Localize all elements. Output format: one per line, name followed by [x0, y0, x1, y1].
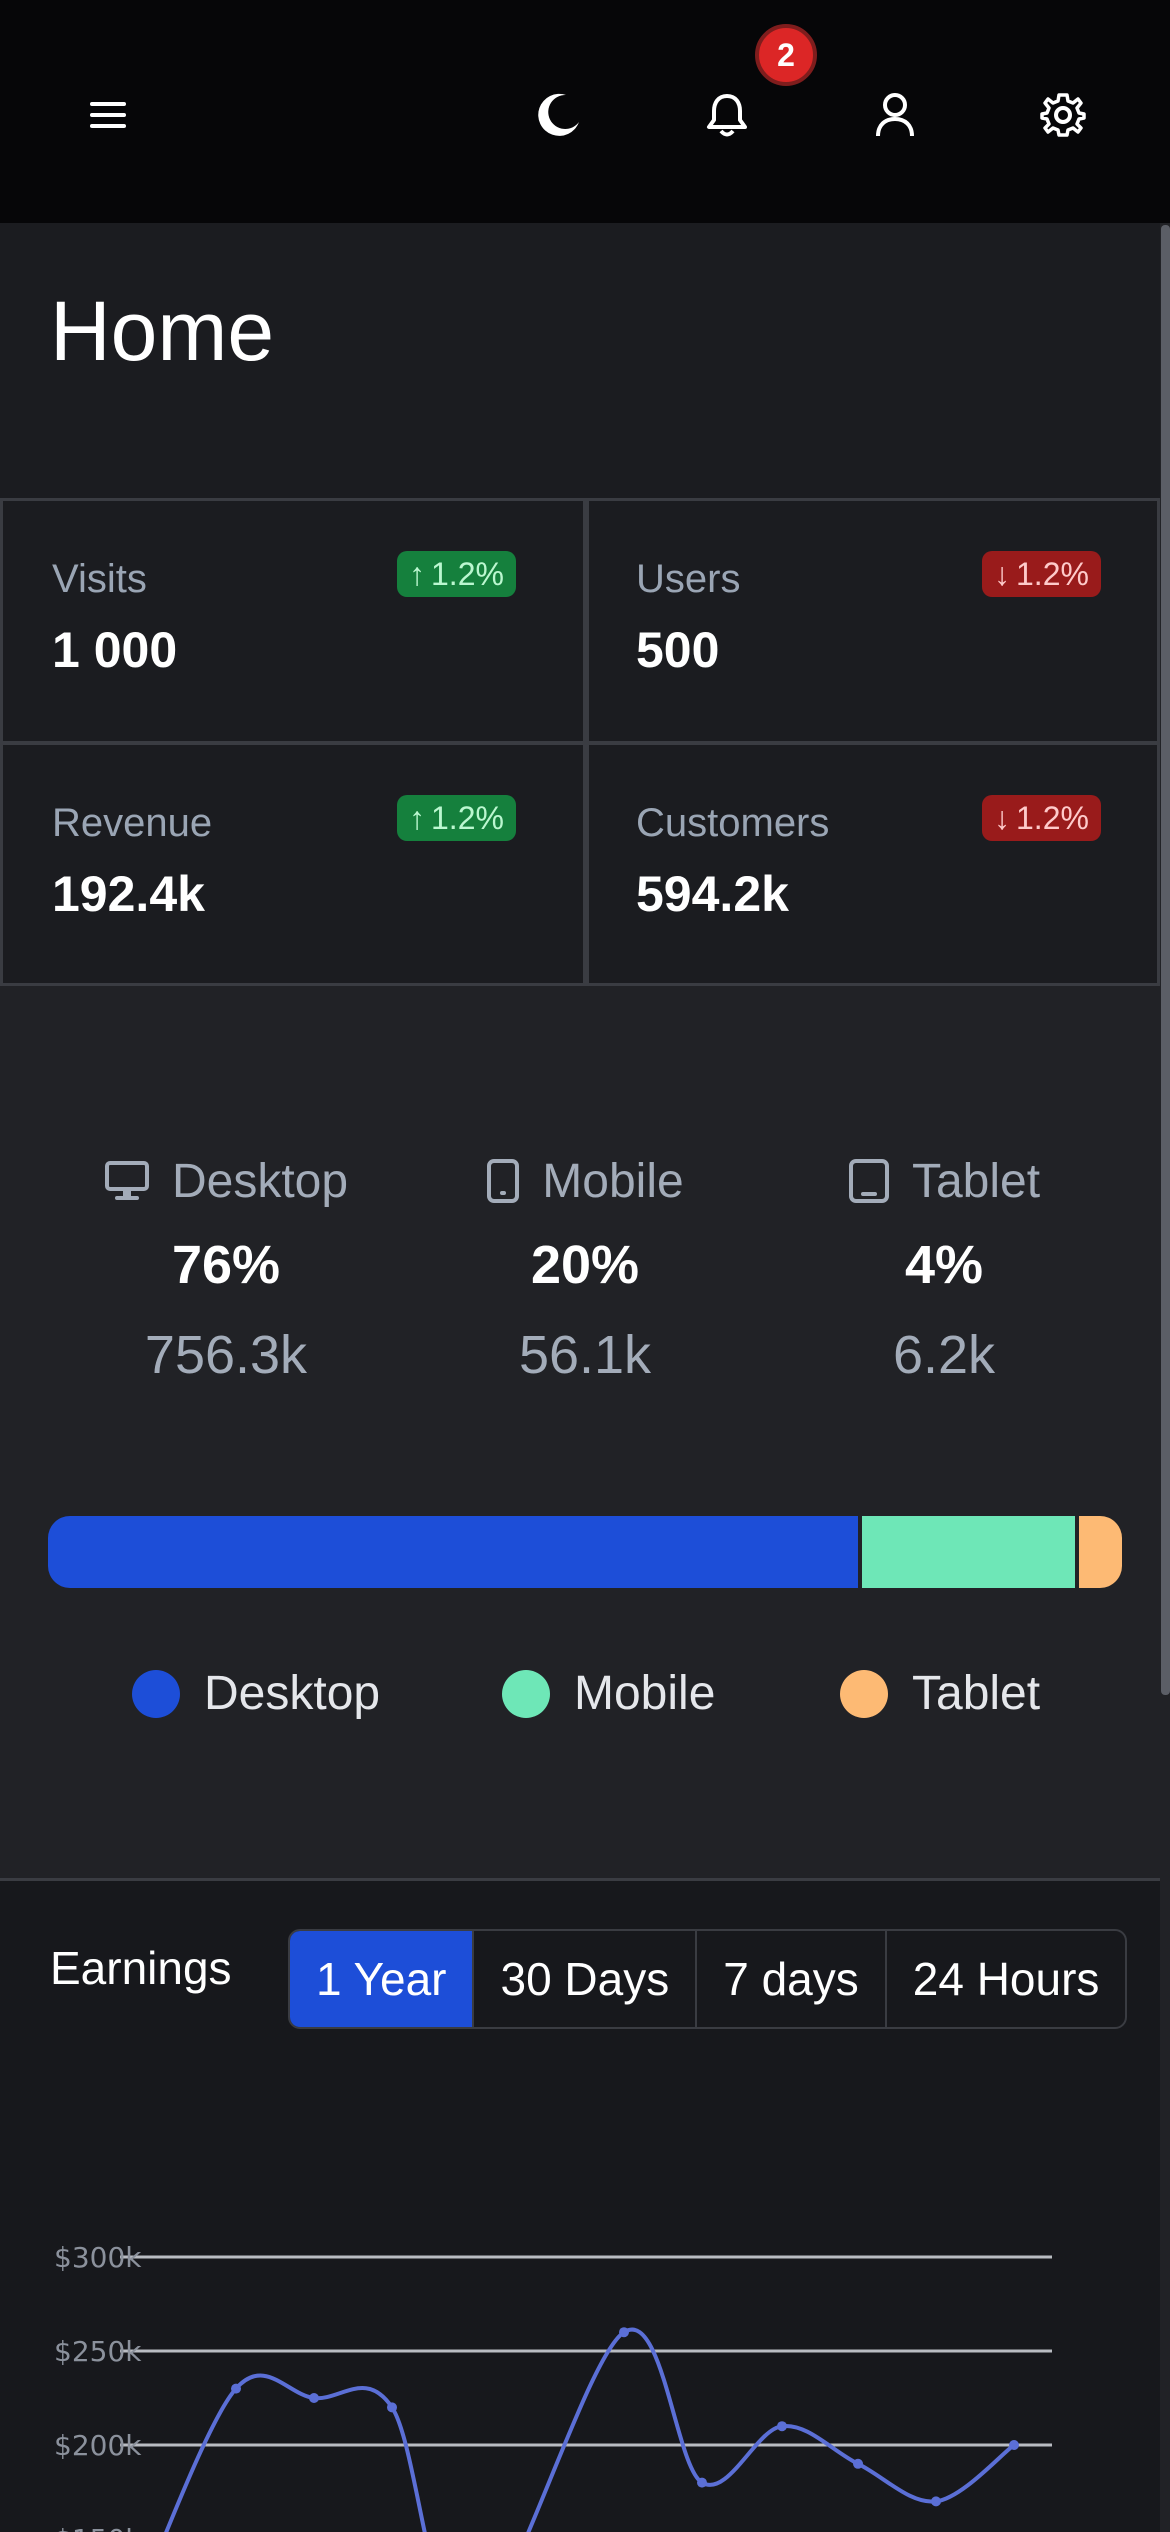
change-value: 1.2%: [1016, 555, 1089, 592]
legend-label: Desktop: [204, 1667, 381, 1720]
y-tick-label: $300k: [54, 2241, 142, 2274]
stat-card-visits: Visits 1 000 ↑ 1.2%: [3, 501, 583, 741]
device-count: 6.2k: [892, 1325, 996, 1385]
data-point[interactable]: [231, 2383, 241, 2394]
stat-value: 500: [636, 622, 720, 678]
legend-mobile: Mobile: [502, 1666, 715, 1721]
device-desktop: Desktop 76% 756.3k: [66, 1146, 386, 1386]
stat-value: 594.2k: [636, 866, 789, 922]
stat-value: 1 000: [52, 622, 178, 678]
data-point[interactable]: [931, 2496, 941, 2507]
desktop-icon: [104, 1161, 149, 1200]
legend-dot: [502, 1669, 550, 1718]
bar-segment-tablet: [1079, 1516, 1122, 1588]
stat-card-customers: Customers 594.2k ↓ 1.2%: [589, 745, 1157, 983]
data-point[interactable]: [777, 2421, 787, 2432]
user-icon[interactable]: [859, 79, 931, 151]
stat-card-revenue: Revenue 192.4k ↑ 1.2%: [3, 745, 583, 983]
device-label: Desktop: [171, 1154, 349, 1208]
y-tick-label: $150k: [54, 2523, 142, 2532]
data-point[interactable]: [387, 2402, 397, 2413]
device-label: Tablet: [911, 1154, 1041, 1208]
tablet-icon: [848, 1159, 889, 1203]
device-tablet: Tablet 4% 6.2k: [784, 1146, 1104, 1386]
arrow-up-icon: ↑: [409, 799, 425, 836]
device-percent: 4%: [904, 1235, 984, 1295]
bar-segment-desktop: [48, 1516, 859, 1588]
notification-badge: 2: [755, 24, 817, 86]
change-value: 1.2%: [1016, 799, 1089, 836]
arrow-down-icon: ↓: [994, 555, 1010, 592]
stat-card-users: Users 500 ↓ 1.2%: [589, 501, 1157, 741]
y-tick-label: $250k: [54, 2335, 142, 2368]
device-count: 56.1k: [518, 1325, 652, 1385]
legend-tablet: Tablet: [840, 1666, 1040, 1721]
change-value: 1.2%: [431, 555, 504, 592]
data-point[interactable]: [619, 2327, 629, 2338]
device-count: 756.3k: [144, 1325, 308, 1385]
stat-label: Revenue: [52, 801, 213, 845]
legend-dot: [840, 1669, 888, 1718]
stat-label: Visits: [52, 557, 147, 601]
device-share-bar: [48, 1516, 1122, 1588]
earnings-card: Earnings 1 Year 30 Days 7 days 24 Hours …: [0, 1878, 1160, 2532]
stat-label: Customers: [636, 801, 830, 845]
top-bar: 2: [0, 0, 1170, 223]
earnings-chart: $300k $250k $200k $150k: [54, 2241, 1052, 2532]
page-title: Home: [50, 284, 275, 378]
device-label: Mobile: [542, 1154, 684, 1208]
change-badge: ↑ 1.2%: [397, 795, 516, 841]
device-percent: 76%: [171, 1235, 281, 1295]
legend-desktop: Desktop: [132, 1666, 380, 1721]
change-badge: ↑ 1.2%: [397, 551, 516, 597]
stat-value: 192.4k: [52, 866, 205, 922]
earnings-series-line: [164, 2327, 1016, 2532]
change-value: 1.2%: [431, 799, 504, 836]
change-badge: ↓ 1.2%: [982, 551, 1101, 597]
y-tick-label: $200k: [54, 2429, 142, 2462]
device-percent: 20%: [530, 1235, 640, 1295]
stats-grid: Visits 1 000 ↑ 1.2% Users 500 ↓ 1.2% Reven…: [0, 498, 1160, 986]
bell-icon[interactable]: [691, 79, 763, 151]
device-breakdown: Desktop 76% 756.3k Mobile 20% 56.1k Tabl…: [0, 986, 1160, 1878]
arrow-down-icon: ↓: [994, 799, 1010, 836]
device-mobile: Mobile 20% 56.1k: [425, 1146, 745, 1386]
legend-label: Mobile: [574, 1667, 716, 1720]
menu-icon[interactable]: [72, 79, 144, 151]
legend-label: Tablet: [912, 1667, 1041, 1720]
stat-label: Users: [636, 557, 741, 601]
data-point[interactable]: [853, 2458, 863, 2469]
legend-dot: [132, 1669, 180, 1718]
gear-icon[interactable]: [1027, 79, 1099, 151]
change-badge: ↓ 1.2%: [982, 795, 1101, 841]
scrollbar[interactable]: [1161, 225, 1170, 1695]
data-point[interactable]: [697, 2477, 707, 2488]
data-point[interactable]: [1009, 2440, 1019, 2450]
arrow-up-icon: ↑: [409, 555, 425, 592]
moon-icon[interactable]: [523, 79, 595, 151]
bar-segment-mobile: [862, 1516, 1076, 1588]
data-point[interactable]: [309, 2393, 319, 2403]
mobile-icon: [487, 1159, 520, 1203]
page-header: Home: [0, 223, 1160, 498]
